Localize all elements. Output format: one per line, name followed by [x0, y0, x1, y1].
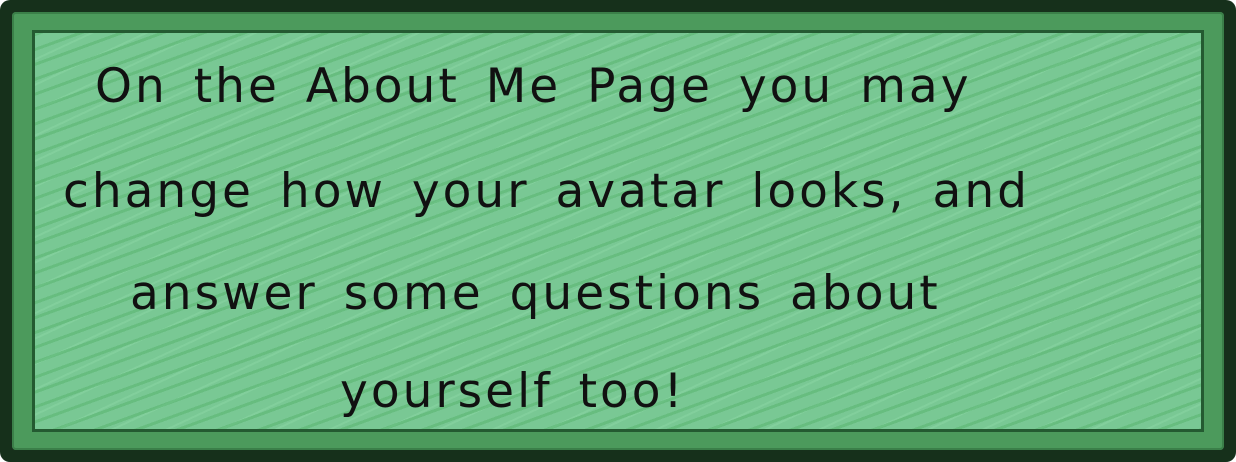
- sign-frame: On the About Me Page you may change how …: [12, 12, 1224, 450]
- message-line-3: answer some questions about: [130, 266, 941, 321]
- message-line-2: change how your avatar looks, and: [63, 164, 1030, 219]
- sign-panel: On the About Me Page you may change how …: [32, 30, 1204, 432]
- instruction-message: On the About Me Page you may change how …: [35, 33, 1201, 429]
- chalkboard-sign: On the About Me Page you may change how …: [0, 0, 1236, 462]
- message-line-1: On the About Me Page you may: [95, 59, 972, 114]
- message-line-4: yourself too!: [340, 364, 686, 419]
